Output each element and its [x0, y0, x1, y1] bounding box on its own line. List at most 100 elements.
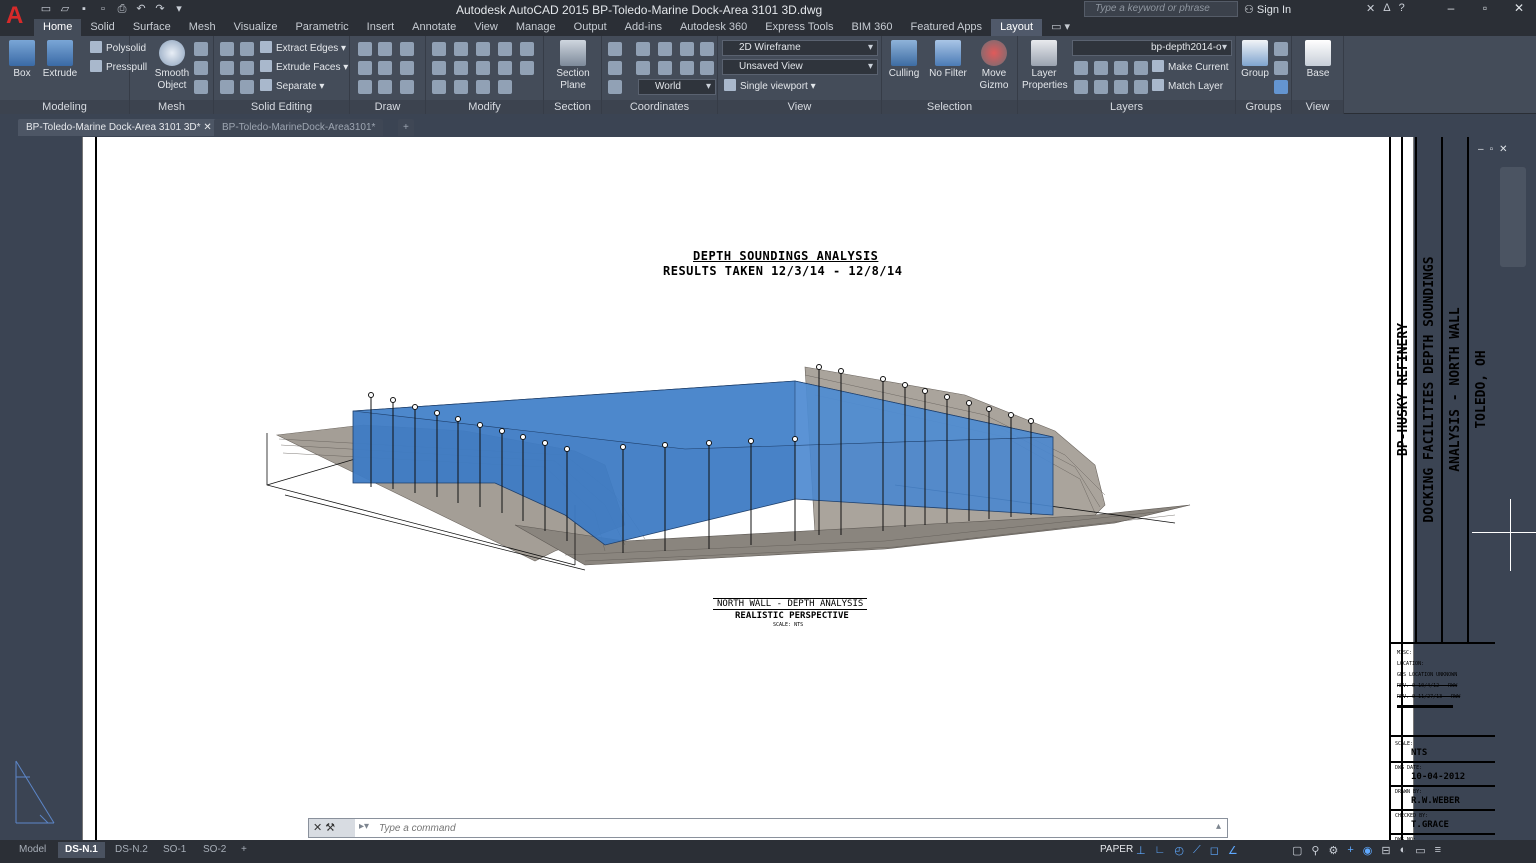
tab-mesh[interactable]: Mesh — [180, 19, 225, 36]
panel-title-view[interactable]: View — [718, 100, 881, 114]
tab-annotate[interactable]: Annotate — [403, 19, 465, 36]
layout-tab-ds-n1[interactable]: DS-N.1 — [58, 842, 105, 858]
undo-icon[interactable]: ↶ — [133, 2, 149, 16]
search-input[interactable]: Type a keyword or phrase — [1084, 1, 1238, 17]
isodraft-icon[interactable]: ⟋ — [1193, 844, 1201, 857]
group-edit-icon[interactable] — [1274, 61, 1288, 75]
ucs-icon[interactable] — [608, 42, 622, 56]
redo-icon[interactable]: ↷ — [152, 2, 168, 16]
layer-lock-icon[interactable] — [1134, 61, 1148, 75]
layer-thaw-icon[interactable] — [1114, 80, 1128, 94]
panel-title-layers[interactable]: Layers — [1018, 100, 1235, 114]
ribbon-minimize-icon[interactable]: ▭ ▾ — [1042, 19, 1079, 36]
ucs-view-icon[interactable] — [658, 61, 672, 75]
ungroup-icon[interactable] — [1274, 42, 1288, 56]
group-button[interactable]: Group — [1236, 40, 1274, 80]
navigation-bar[interactable] — [1500, 167, 1526, 267]
panel-title-view-base[interactable]: View — [1292, 100, 1343, 114]
make-current-button[interactable]: Make Current — [1152, 60, 1229, 76]
separate-button[interactable]: Separate ▾ — [260, 79, 324, 95]
close-command-icon[interactable]: ✕ — [313, 822, 322, 834]
tab-layout[interactable]: Layout — [991, 19, 1043, 36]
section-plane-button[interactable]: Section Plane — [550, 40, 596, 92]
helix-icon[interactable] — [378, 61, 392, 75]
hardware-acceleration-icon[interactable]: ◉ — [1363, 844, 1373, 857]
scale-icon[interactable] — [476, 61, 490, 75]
base-view-button[interactable]: Base — [1296, 40, 1340, 80]
ellipse-icon[interactable] — [400, 80, 414, 94]
panel-title-groups[interactable]: Groups — [1236, 100, 1291, 114]
intersect-icon[interactable] — [220, 80, 234, 94]
snap-icon[interactable]: ⊥ — [1136, 844, 1146, 857]
workspace-icon[interactable]: ⚙ — [1328, 844, 1338, 857]
layer-unlock-icon[interactable] — [1134, 80, 1148, 94]
new-file-icon[interactable]: ▭ — [38, 2, 54, 16]
ucs-z-icon[interactable] — [680, 42, 694, 56]
layer-unisolate-icon[interactable] — [1094, 80, 1108, 94]
layer-freeze-icon[interactable] — [1114, 61, 1128, 75]
layout-tab-so2[interactable]: SO-2 — [196, 842, 233, 858]
tab-insert[interactable]: Insert — [358, 19, 404, 36]
circle-icon[interactable] — [400, 61, 414, 75]
trim-icon[interactable] — [476, 42, 490, 56]
plot-icon[interactable]: ⎙ — [114, 2, 130, 16]
depth-3d-model[interactable] — [265, 355, 1191, 575]
polygon-icon[interactable] — [358, 80, 372, 94]
extrude-button[interactable]: Extrude — [38, 40, 82, 80]
quick-view-icon[interactable]: ⚲ — [1311, 844, 1319, 857]
annotation-icon[interactable]: ∠ — [1228, 844, 1238, 857]
viewport-close-icon[interactable]: ✕ — [1499, 144, 1507, 155]
interfere-icon[interactable] — [240, 61, 254, 75]
lock-ui-icon[interactable]: ⊟ — [1381, 844, 1390, 857]
rectangle-icon[interactable] — [378, 80, 392, 94]
tab-bim-360[interactable]: BIM 360 — [843, 19, 902, 36]
tab-view[interactable]: View — [465, 19, 507, 36]
no-filter-button[interactable]: No Filter — [926, 40, 970, 80]
plus-icon[interactable]: + — [1347, 844, 1353, 857]
viewport-restore-icon[interactable]: ▫ — [1490, 144, 1494, 155]
explode-icon[interactable] — [432, 80, 446, 94]
named-view-dropdown[interactable]: Unsaved View — [722, 59, 878, 75]
panel-title-modify[interactable]: Modify — [426, 100, 543, 114]
extrude-faces-button[interactable]: Extrude Faces ▾ — [260, 60, 348, 76]
layout-tab-so1[interactable]: SO-1 — [156, 842, 193, 858]
close-button[interactable]: ✕ — [1502, 0, 1536, 18]
add-layout-icon[interactable]: + — [234, 842, 254, 858]
exchange-icon[interactable]: ✕ — [1366, 2, 1375, 15]
save-icon[interactable]: ▪ — [76, 2, 92, 16]
tab-add-ins[interactable]: Add-ins — [616, 19, 671, 36]
visual-style-dropdown[interactable]: 2D Wireframe — [722, 40, 878, 56]
file-tab[interactable]: BP-Toledo-MarineDock-Area3101* — [214, 119, 384, 136]
panel-title-mesh[interactable]: Mesh — [130, 100, 213, 114]
ucs-named-icon[interactable] — [700, 42, 714, 56]
save-as-icon[interactable]: ▫ — [95, 2, 111, 16]
layout-tab-ds-n2[interactable]: DS-N.2 — [108, 842, 155, 858]
open-file-icon[interactable]: ▱ — [57, 2, 73, 16]
tab-autodesk-360[interactable]: Autodesk 360 — [671, 19, 756, 36]
customize-command-icon[interactable]: ⚒ — [325, 822, 335, 834]
layer-properties-button[interactable]: Layer Properties — [1022, 40, 1068, 92]
offset-icon[interactable] — [454, 80, 468, 94]
viewport-minimize-icon[interactable]: – — [1478, 144, 1484, 155]
3d-array-icon[interactable] — [498, 80, 512, 94]
panel-title-section[interactable]: Section — [544, 100, 601, 114]
model-space-icon[interactable]: ▢ — [1292, 844, 1302, 857]
panel-title-modeling[interactable]: Modeling — [0, 100, 129, 114]
tab-express-tools[interactable]: Express Tools — [756, 19, 842, 36]
recent-commands-icon[interactable]: ▸▾ — [359, 821, 369, 832]
extract-edges-button[interactable]: Extract Edges ▾ — [260, 41, 346, 57]
arc-icon[interactable] — [400, 42, 414, 56]
array-icon[interactable] — [498, 61, 512, 75]
mesh-tool-icon[interactable] — [194, 80, 208, 94]
tab-solid[interactable]: Solid — [81, 19, 123, 36]
isolate-objects-icon[interactable]: ◐ — [1400, 844, 1407, 857]
smooth-object-button[interactable]: Smooth Object — [150, 40, 194, 92]
a360-icon[interactable]: Δ — [1383, 2, 1390, 15]
move-icon[interactable] — [432, 42, 446, 56]
mesh-tool-icon[interactable] — [194, 61, 208, 75]
command-input[interactable] — [379, 819, 1159, 837]
close-tab-icon[interactable]: ✕ — [203, 122, 211, 133]
fillet-icon[interactable] — [432, 61, 446, 75]
command-history-icon[interactable]: ▴ — [1216, 821, 1221, 832]
rotate-icon[interactable] — [454, 42, 468, 56]
